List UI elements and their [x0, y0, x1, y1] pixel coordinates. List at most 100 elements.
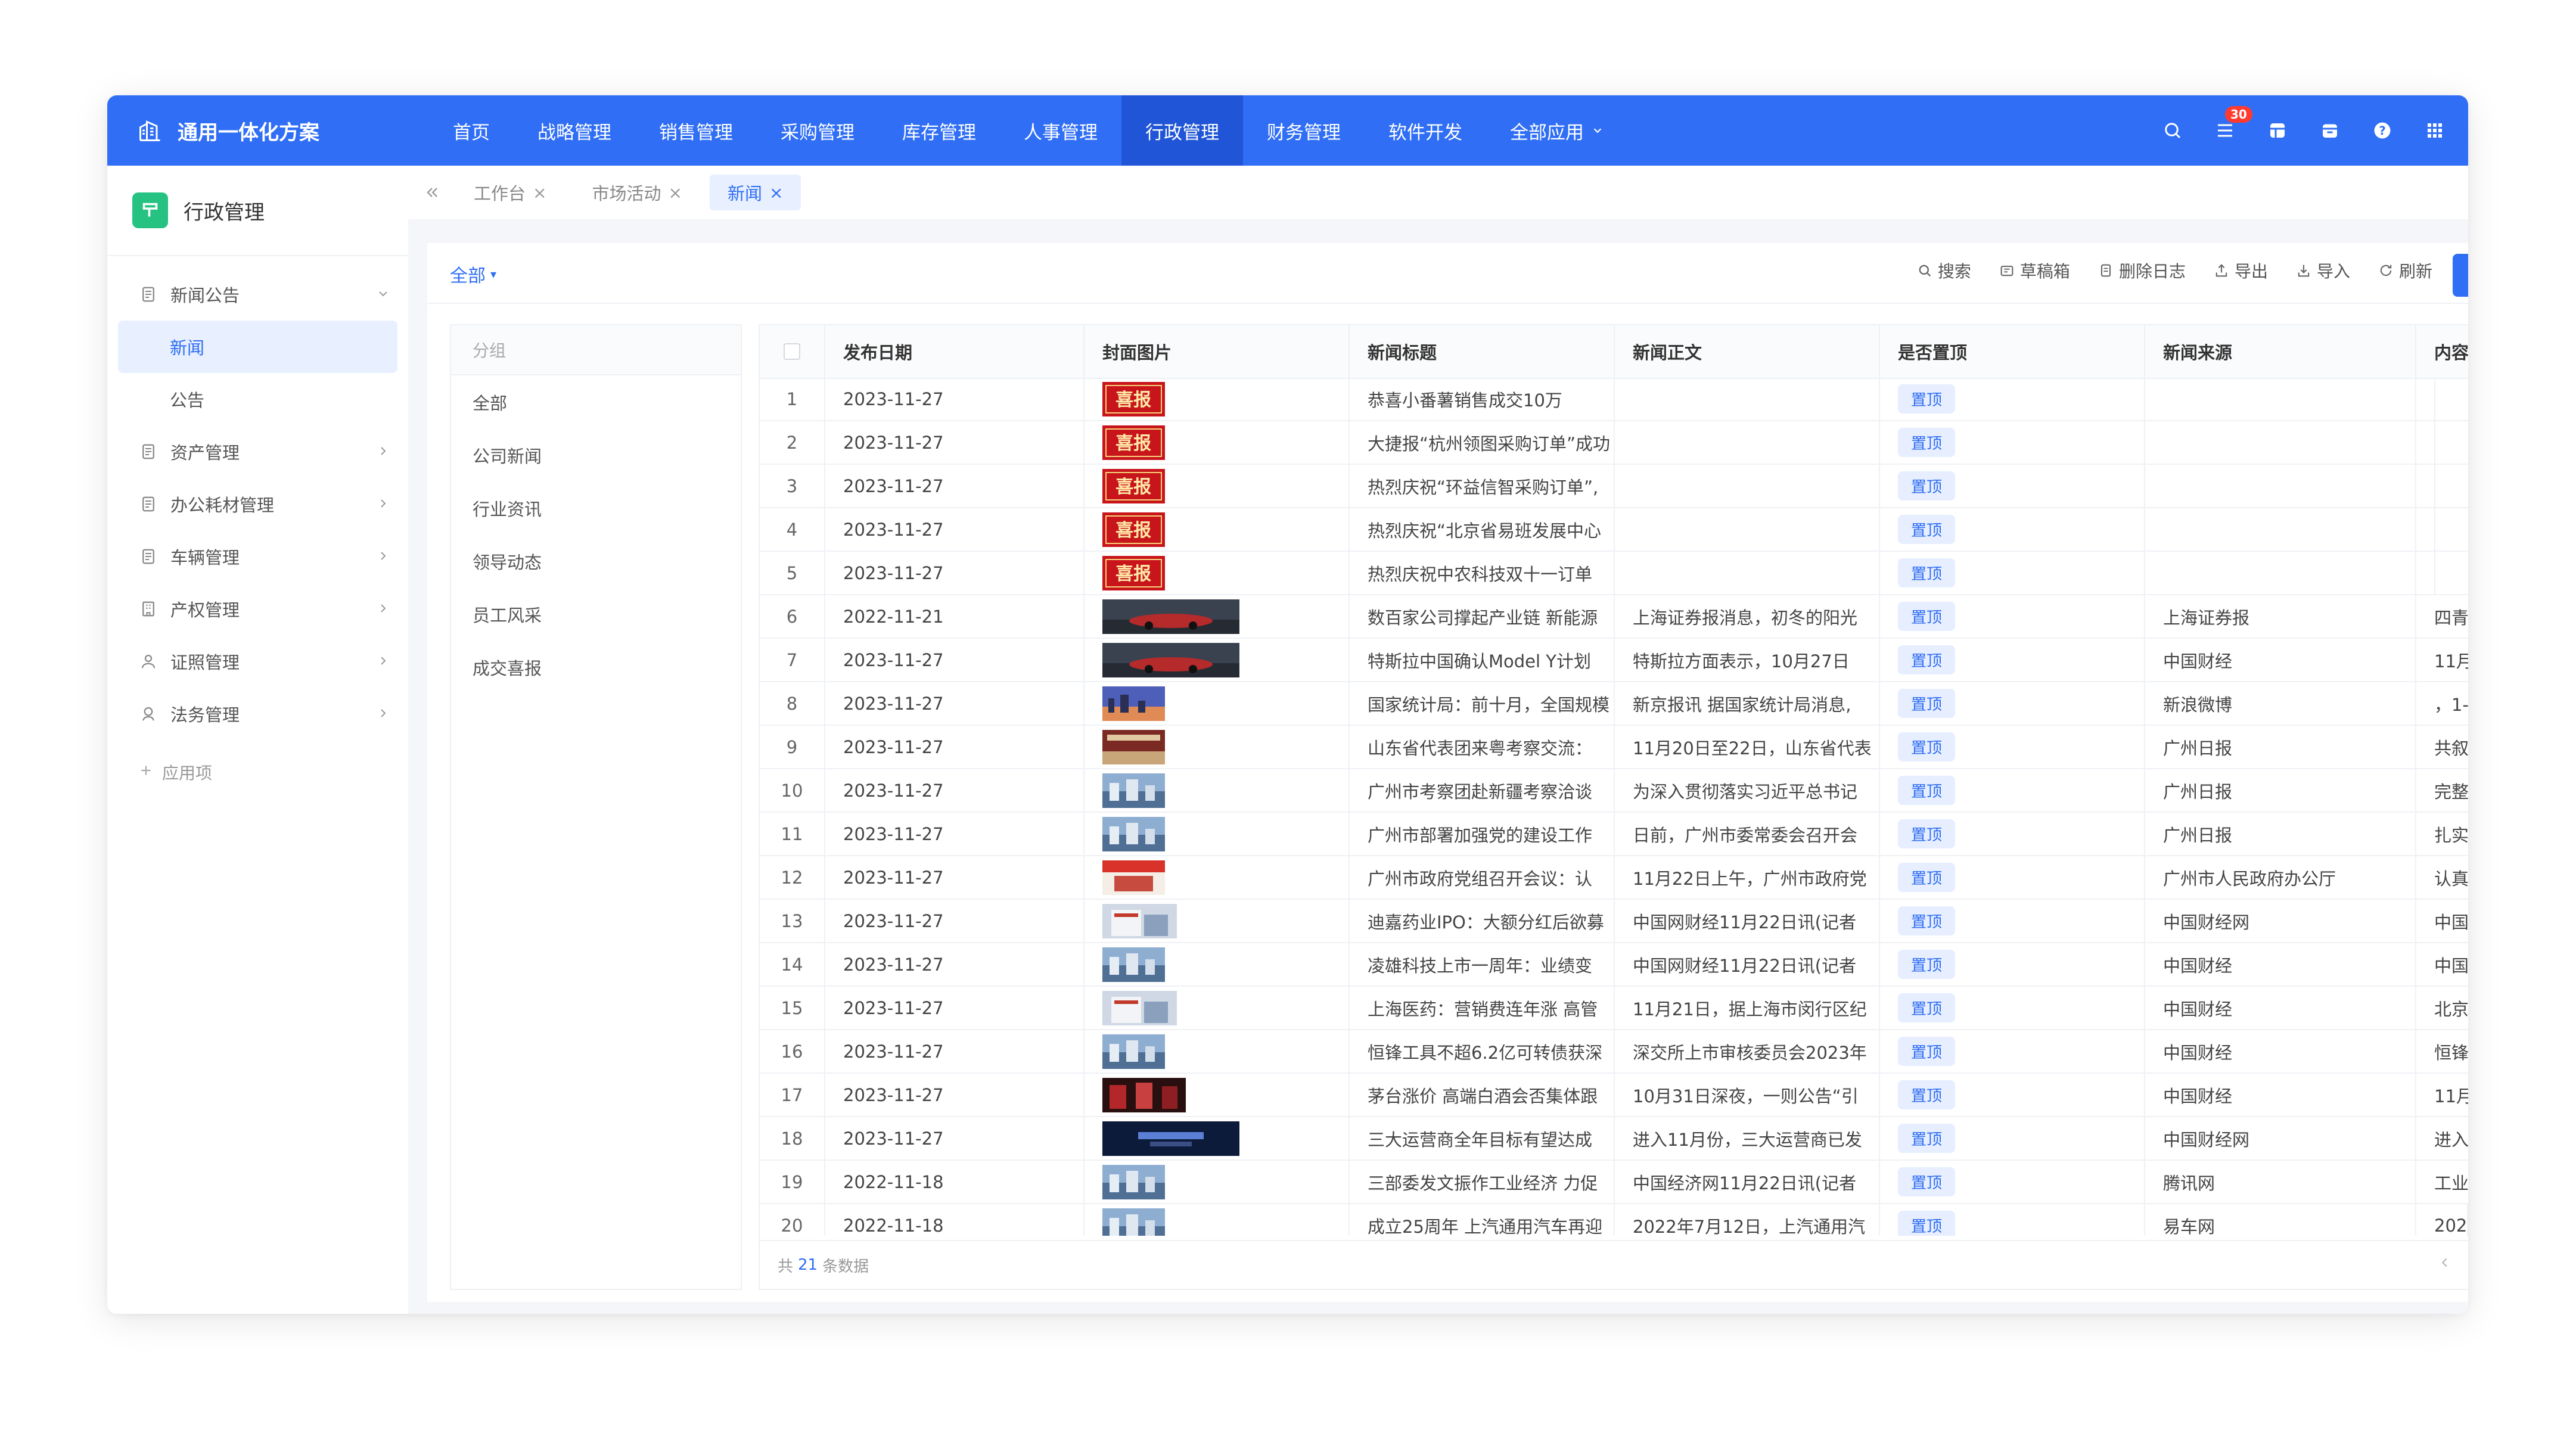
sidebar-subitem[interactable]: 新闻: [118, 321, 397, 373]
table-row[interactable]: 6 2022-11-21 数百家公司撑起产业链 新能源 上海证券报消息，初冬的阳光 置顶…: [760, 595, 2468, 639]
cover-image[interactable]: [1102, 729, 1165, 764]
cover-image[interactable]: 喜报: [1102, 468, 1165, 503]
sidebar-item[interactable]: 法务管理: [107, 688, 408, 740]
cover-image[interactable]: 喜报: [1102, 381, 1165, 416]
table-row[interactable]: 10 2023-11-27 广州市考察团赴新疆考察洽谈 为深入贯彻落实习近平总书记 置顶…: [760, 769, 2468, 813]
cover-image[interactable]: [1102, 947, 1165, 982]
column-header[interactable]: 发布日期: [825, 325, 1085, 378]
nav-item[interactable]: 全部应用: [1486, 95, 1628, 166]
help-icon[interactable]: ?: [2356, 95, 2409, 166]
news-title-cell: 茅台涨价 高端白酒会否集体跟: [1350, 1074, 1615, 1116]
table-row[interactable]: 15 2023-11-27 上海医药：营销费连年涨 高管 11月21日，据上海市闵行区…: [760, 987, 2468, 1030]
group-item[interactable]: 员工风采: [451, 587, 741, 641]
toolbar-refresh-button[interactable]: 刷新: [2378, 259, 2432, 282]
cover-image[interactable]: [1102, 1034, 1165, 1069]
cover-image[interactable]: [1102, 990, 1177, 1025]
group-item[interactable]: 领导动态: [451, 534, 741, 587]
select-all-checkbox[interactable]: [784, 343, 800, 360]
cover-image[interactable]: [1102, 1208, 1165, 1236]
sidebar-subitem[interactable]: 公告: [107, 373, 408, 425]
nav-item[interactable]: 行政管理: [1121, 95, 1243, 166]
toolbar-export-button[interactable]: 导出: [2213, 259, 2268, 282]
table-row[interactable]: 7 2023-11-27 特斯拉中国确认Model Y计划 特斯拉方面表示，10月27…: [760, 639, 2468, 682]
tab[interactable]: 新闻 ×: [709, 175, 801, 210]
column-header[interactable]: 内容: [2416, 325, 2468, 378]
group-item[interactable]: 成交喜报: [451, 641, 741, 694]
todo-icon[interactable]: 30: [2199, 95, 2252, 166]
add-app-button[interactable]: 应用项: [107, 746, 408, 798]
group-item[interactable]: 公司新闻: [451, 428, 741, 481]
calendar-icon[interactable]: [2304, 95, 2356, 166]
cover-image[interactable]: [1102, 686, 1165, 721]
cover-image[interactable]: 喜报: [1102, 512, 1165, 547]
nav-item[interactable]: 人事管理: [1000, 95, 1121, 166]
cover-image[interactable]: 喜报: [1102, 555, 1165, 590]
cover-image[interactable]: [1102, 1164, 1165, 1199]
table-row[interactable]: 18 2023-11-27 三大运营商全年目标有望达成 进入11月份，三大运营商已发置…: [760, 1117, 2468, 1161]
table-row[interactable]: 17 2023-11-27 茅台涨价 高端白酒会否集体跟 10月31日深夜，一则公告“…: [760, 1074, 2468, 1117]
table-row[interactable]: 12 2023-11-27 广州市政府党组召开会议：认 11月22日上午，广州市政府党…: [760, 856, 2468, 900]
add-button[interactable]: [2453, 254, 2468, 297]
nav-item[interactable]: 采购管理: [757, 95, 878, 166]
group-item[interactable]: 全部: [451, 375, 741, 428]
pager-prev-icon[interactable]: [2438, 1255, 2451, 1273]
close-icon[interactable]: ×: [533, 183, 546, 203]
cover-image[interactable]: [1102, 1077, 1186, 1112]
table-row[interactable]: 11 2023-11-27 广州市部署加强党的建设工作 日前，广州市委常委会召开会 置顶…: [760, 813, 2468, 856]
column-header[interactable]: 新闻标题: [1350, 325, 1615, 378]
table-row[interactable]: 13 2023-11-27 迪嘉药业IPO：大额分红后欲募 中国网财经11月22日讯(…: [760, 900, 2468, 943]
collapse-tabs-icon[interactable]: [408, 184, 456, 201]
table-row[interactable]: 4 2023-11-27 喜报 热烈庆祝“北京省易班发展中心 置顶: [760, 508, 2468, 552]
cover-image[interactable]: [1102, 599, 1239, 634]
tab[interactable]: 工作台 ×: [456, 175, 564, 210]
sidebar-item[interactable]: 车辆管理: [107, 530, 408, 583]
cover-image[interactable]: 喜报: [1102, 425, 1165, 460]
nav-item[interactable]: 战略管理: [514, 95, 635, 166]
cover-image[interactable]: [1102, 773, 1165, 808]
table-row[interactable]: 9 2023-11-27 山东省代表团来粤考察交流： 11月20日至22日，山东省代表…: [760, 726, 2468, 769]
toolbar-log-button[interactable]: 删除日志: [2098, 259, 2186, 282]
close-icon[interactable]: ×: [769, 183, 783, 203]
sidebar-item[interactable]: 证照管理: [107, 635, 408, 688]
column-header[interactable]: 新闻来源: [2145, 325, 2416, 378]
group-item[interactable]: 行业资讯: [451, 481, 741, 534]
grid-card-icon[interactable]: [2251, 95, 2304, 166]
nav-item[interactable]: 财务管理: [1243, 95, 1365, 166]
sidebar-item[interactable]: 资产管理: [107, 425, 408, 478]
sidebar-item[interactable]: 办公耗材管理: [107, 478, 408, 530]
table-row[interactable]: 16 2023-11-27 恒锋工具不超6.2亿可转债获深 深交所上市审核委员会202…: [760, 1030, 2468, 1074]
sidebar-item[interactable]: 产权管理: [107, 583, 408, 635]
table-row[interactable]: 19 2022-11-18 三部委发文振作工业经济 力促 中国经济网11月22日讯(记…: [760, 1161, 2468, 1204]
table-row[interactable]: 8 2023-11-27 国家统计局：前十月，全国规模 新京报讯 据国家统计局消息, 置…: [760, 682, 2468, 726]
table-row[interactable]: 5 2023-11-27 喜报 热烈庆祝中农科技双十一订单 置顶: [760, 552, 2468, 595]
tab[interactable]: 市场活动 ×: [574, 175, 700, 210]
table-row[interactable]: 1 2023-11-27 喜报 恭喜小番薯销售成交10万 置顶: [760, 378, 2468, 421]
cover-image[interactable]: [1102, 1121, 1239, 1156]
filter-dropdown[interactable]: 全部 ▾: [450, 261, 496, 287]
toolbar-search-button[interactable]: 搜索: [1916, 259, 1971, 282]
brand[interactable]: 通用一体化方案: [136, 95, 319, 166]
sidebar-item[interactable]: 新闻公告: [107, 268, 408, 321]
apps-icon[interactable]: [2409, 95, 2461, 166]
nav-item[interactable]: 销售管理: [635, 95, 757, 166]
row-number: 2: [760, 421, 825, 464]
table-row[interactable]: 20 2022-11-18 成立25周年 上汽通用汽车再迎 2022年7月12日，上汽…: [760, 1204, 2468, 1236]
news-source-cell: 广州日报: [2145, 726, 2416, 768]
column-header[interactable]: 新闻正文: [1615, 325, 1880, 378]
table-row[interactable]: 3 2023-11-27 喜报 热烈庆祝“环益信智采购订单”, 置顶: [760, 465, 2468, 508]
column-header[interactable]: 是否置顶: [1880, 325, 2145, 378]
cover-image[interactable]: [1102, 816, 1165, 851]
nav-item[interactable]: 首页: [429, 95, 514, 166]
table-row[interactable]: 2 2023-11-27 喜报 大捷报“杭州领图采购订单”成功 置顶: [760, 421, 2468, 465]
table-row[interactable]: 14 2023-11-27 凌雄科技上市一周年：业绩变 中国网财经11月22日讯(记者…: [760, 943, 2468, 987]
toolbar-draft-button[interactable]: 草稿箱: [1999, 259, 2070, 282]
cover-image[interactable]: [1102, 860, 1165, 895]
close-icon[interactable]: ×: [669, 183, 682, 203]
cover-image[interactable]: [1102, 642, 1239, 677]
column-header[interactable]: 封面图片: [1085, 325, 1350, 378]
nav-item[interactable]: 库存管理: [878, 95, 1000, 166]
cover-image[interactable]: [1102, 903, 1177, 938]
search-icon[interactable]: [2146, 95, 2199, 166]
toolbar-import-button[interactable]: 导入: [2295, 259, 2350, 282]
nav-item[interactable]: 软件开发: [1365, 95, 1486, 166]
